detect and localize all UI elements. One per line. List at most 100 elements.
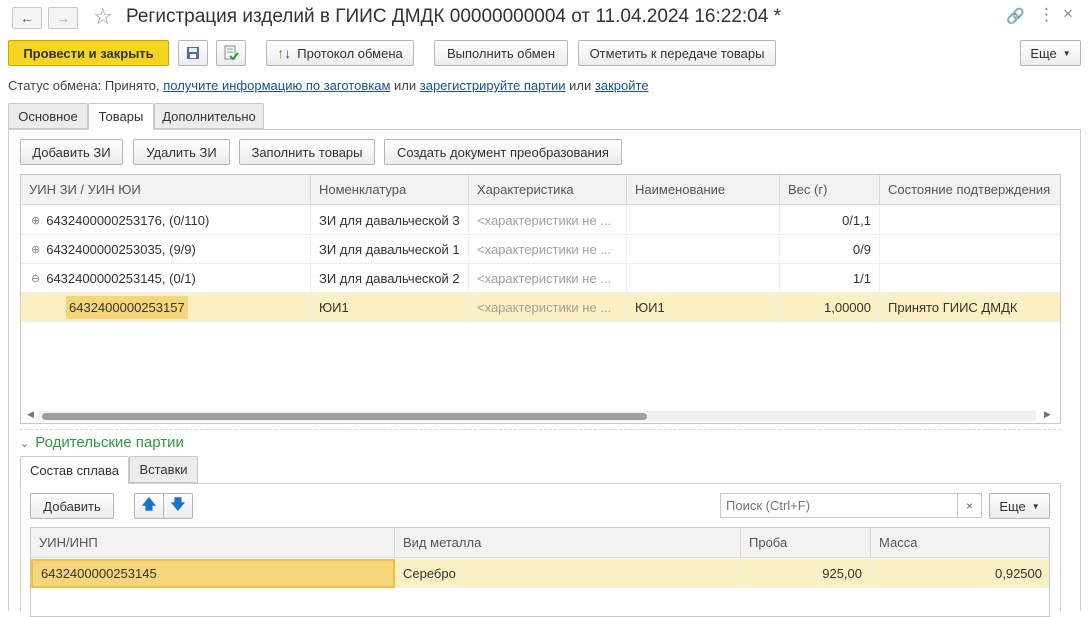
collapse-icon[interactable]: ⊖ bbox=[31, 272, 40, 285]
forward-button[interactable]: → bbox=[48, 7, 78, 29]
delete-zi-button[interactable]: Удалить ЗИ bbox=[133, 139, 230, 165]
table-row-selected[interactable]: 6432400000253145 Серебро 925,00 0,92500 bbox=[31, 559, 1049, 588]
cell-uin: ⊕ 6432400000253035, (9/9) bbox=[21, 235, 311, 264]
table-row[interactable]: ⊖ 6432400000253145, (0/1) ЗИ для давальч… bbox=[21, 264, 1060, 293]
move-up-button[interactable]: 🡅 bbox=[134, 493, 164, 519]
col-header-characteristic[interactable]: Характеристика bbox=[469, 175, 627, 205]
cell-nomenclature: ЗИ для давальческой 3 bbox=[311, 206, 469, 235]
favorite-star-icon[interactable]: ☆ bbox=[93, 4, 113, 30]
more-label: Еще bbox=[999, 498, 1026, 514]
uin-value: 6432400000253035, (9/9) bbox=[46, 242, 196, 257]
tab-goods[interactable]: Товары bbox=[88, 103, 154, 130]
table-row[interactable]: ⊕ 6432400000253035, (9/9) ЗИ для давальч… bbox=[21, 235, 1060, 264]
tab-inserts[interactable]: Вставки bbox=[129, 456, 198, 483]
cell-state bbox=[880, 206, 1060, 235]
link-icon[interactable]: 🔗 bbox=[1006, 7, 1025, 25]
cell-state bbox=[880, 264, 1060, 293]
more-vertical-icon[interactable]: ⋮ bbox=[1038, 5, 1055, 25]
search-input[interactable] bbox=[720, 493, 958, 518]
section-title: Родительские партии bbox=[35, 434, 184, 451]
col-header-state[interactable]: Состояние подтверждения bbox=[880, 175, 1060, 205]
expand-icon[interactable]: ⊕ bbox=[31, 243, 40, 256]
close-icon[interactable]: × bbox=[1063, 4, 1073, 24]
col-header-name[interactable]: Наименование bbox=[627, 175, 780, 205]
cell-weight: 1/1 bbox=[780, 264, 880, 293]
cell-uin: ⊖ 6432400000253145, (0/1) bbox=[21, 264, 311, 293]
post-button[interactable] bbox=[216, 40, 246, 66]
tab-alloy-composition[interactable]: Состав сплава bbox=[20, 456, 129, 484]
table-row[interactable]: ⊕ 6432400000253176, (0/110) ЗИ для давал… bbox=[21, 206, 1060, 235]
status-or-2: или bbox=[569, 78, 592, 93]
cell-uin: ⊕ 6432400000253176, (0/110) bbox=[21, 206, 311, 235]
cell-name: ЮИ1 bbox=[627, 293, 780, 322]
col-header-uin[interactable]: УИН ЗИ / УИН ЮИ bbox=[21, 175, 311, 205]
tab-additional[interactable]: Дополнительно bbox=[154, 103, 264, 129]
arrow-down-icon: 🡇 bbox=[170, 496, 186, 512]
exchange-protocol-button[interactable]: ↑↓ Протокол обмена bbox=[266, 40, 414, 66]
cell-characteristic: <характеристики не ... bbox=[469, 235, 627, 264]
cell-uin-inp[interactable]: 6432400000253145 bbox=[31, 559, 395, 588]
parent-batches-group[interactable]: ⌄ Родительские партии bbox=[20, 434, 184, 451]
clear-search-button[interactable]: × bbox=[958, 493, 982, 518]
fill-goods-button[interactable]: Заполнить товары bbox=[239, 139, 375, 165]
caret-down-icon: ▼ bbox=[1031, 501, 1040, 511]
cell-characteristic: <характеристики не ... bbox=[469, 206, 627, 235]
cell-probe: 925,00 bbox=[741, 559, 871, 588]
cell-state: Принято ГИИС ДМДК bbox=[880, 293, 1060, 322]
arrow-up-icon: 🡅 bbox=[141, 496, 157, 512]
scrollbar-thumb[interactable] bbox=[42, 413, 647, 420]
col-header-metal[interactable]: Вид металла bbox=[395, 528, 741, 558]
divider bbox=[20, 429, 1061, 430]
col-header-probe[interactable]: Проба bbox=[741, 528, 871, 558]
chevron-down-icon: ⌄ bbox=[20, 438, 30, 450]
cell-weight: 1,00000 bbox=[780, 293, 880, 322]
alloy-table[interactable]: УИН/ИНП Вид металла Проба Масса 64324000… bbox=[30, 527, 1050, 617]
get-blanks-info-link[interactable]: получите информацию по заготовкам bbox=[163, 78, 390, 93]
cell-nomenclature: ЮИ1 bbox=[311, 293, 469, 322]
create-conversion-doc-button[interactable]: Создать документ преобразования bbox=[384, 139, 622, 165]
cell-characteristic: <характеристики не ... bbox=[469, 293, 627, 322]
register-batches-link[interactable]: зарегистрируйте партии bbox=[420, 78, 566, 93]
horizontal-scrollbar[interactable] bbox=[38, 411, 1036, 421]
uin-value: 6432400000253176, (0/110) bbox=[46, 213, 210, 228]
move-down-button[interactable]: 🡇 bbox=[163, 493, 193, 519]
col-header-weight[interactable]: Вес (г) bbox=[780, 175, 880, 205]
save-button[interactable] bbox=[178, 40, 208, 66]
back-button[interactable]: ← bbox=[12, 7, 42, 29]
cell-name bbox=[627, 235, 780, 264]
close-icon: × bbox=[965, 498, 973, 513]
add-zi-button[interactable]: Добавить ЗИ bbox=[20, 139, 123, 165]
alloy-more-button[interactable]: Еще ▼ bbox=[989, 493, 1050, 519]
exchange-protocol-label: Протокол обмена bbox=[297, 45, 403, 61]
cell-metal: Серебро bbox=[395, 559, 741, 588]
post-document-icon bbox=[224, 45, 239, 61]
cell-nomenclature: ЗИ для давальческой 2 bbox=[311, 264, 469, 293]
scroll-left-icon[interactable]: ◀ bbox=[27, 409, 34, 420]
add-alloy-button[interactable]: Добавить bbox=[30, 493, 114, 519]
cell-mass: 0,92500 bbox=[871, 559, 1049, 588]
cell-name bbox=[627, 206, 780, 235]
expand-icon[interactable]: ⊕ bbox=[31, 214, 40, 227]
status-prefix: Статус обмена: Принято, bbox=[8, 78, 160, 93]
more-label: Еще bbox=[1030, 45, 1057, 61]
cell-nomenclature: ЗИ для давальческой 1 bbox=[311, 235, 469, 264]
col-header-mass[interactable]: Масса bbox=[871, 528, 1049, 558]
more-button[interactable]: Еще ▼ bbox=[1020, 40, 1081, 66]
cell-name bbox=[627, 264, 780, 293]
mark-transfer-button[interactable]: Отметить к передаче товары bbox=[578, 40, 776, 66]
tab-main[interactable]: Основное bbox=[8, 103, 88, 129]
do-exchange-button[interactable]: Выполнить обмен bbox=[434, 40, 568, 66]
status-or-1: или bbox=[394, 78, 417, 93]
goods-table[interactable]: УИН ЗИ / УИН ЮИ Номенклатура Характерист… bbox=[20, 174, 1061, 424]
table-row-selected[interactable]: 6432400000253157 ЮИ1 <характеристики не … bbox=[21, 293, 1060, 322]
exchange-status: Статус обмена: Принято, получите информа… bbox=[8, 78, 649, 93]
scroll-right-icon[interactable]: ▶ bbox=[1044, 409, 1051, 420]
window-title: Регистрация изделий в ГИИС ДМДК 00000000… bbox=[126, 6, 781, 27]
uin-value: 6432400000253157 bbox=[66, 296, 188, 319]
uin-value: 6432400000253145, (0/1) bbox=[46, 271, 196, 286]
close-link[interactable]: закройте bbox=[595, 78, 649, 93]
cell-characteristic: <характеристики не ... bbox=[469, 264, 627, 293]
post-and-close-button[interactable]: Провести и закрыть bbox=[8, 40, 169, 66]
col-header-nomenclature[interactable]: Номенклатура bbox=[311, 175, 469, 205]
col-header-uin-inp[interactable]: УИН/ИНП bbox=[31, 528, 395, 558]
